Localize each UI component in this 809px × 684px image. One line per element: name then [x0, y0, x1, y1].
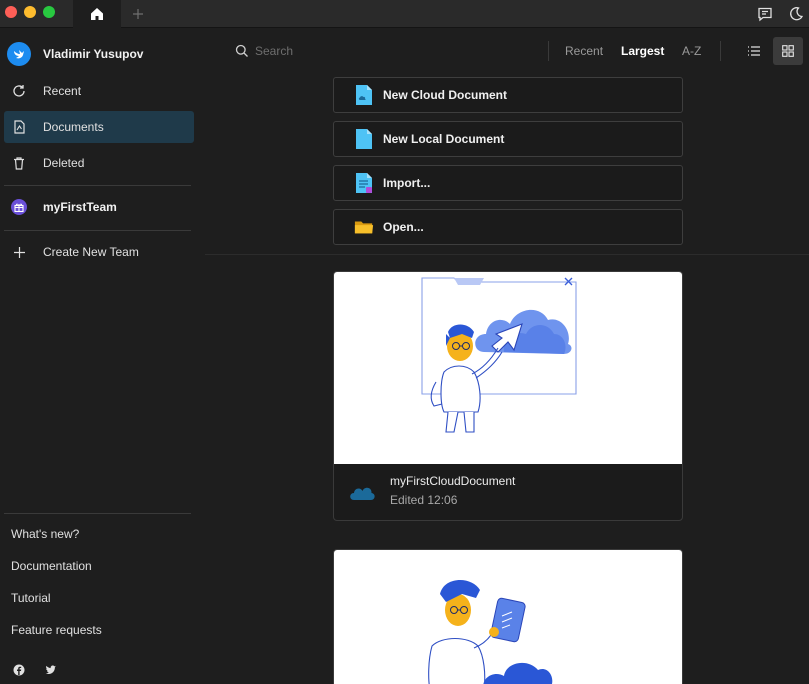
- sidebar: Vladimir Yusupov Recent Documents Delete…: [0, 29, 200, 684]
- action-label: Open...: [383, 220, 424, 234]
- new-local-document-button[interactable]: New Local Document: [333, 121, 683, 157]
- facebook-link[interactable]: [12, 663, 26, 677]
- tablet-illustration: [428, 579, 553, 684]
- document-card[interactable]: [333, 549, 683, 684]
- cloud-icon: [350, 487, 375, 500]
- home-icon: [91, 8, 103, 20]
- refresh-icon: [13, 85, 25, 97]
- feature-requests-link[interactable]: Feature requests: [11, 623, 102, 637]
- document-card[interactable]: myFirstCloudDocument Edited 12:06: [333, 271, 683, 521]
- document-edited-time: Edited 12:06: [390, 493, 458, 507]
- import-icon: [356, 173, 372, 193]
- action-label: New Local Document: [383, 132, 505, 146]
- sort-az-option[interactable]: A-Z: [682, 44, 701, 58]
- local-document-icon: [356, 129, 372, 149]
- theme-toggle-button[interactable]: [786, 4, 806, 24]
- grid-view-icon: [782, 45, 794, 57]
- document-thumbnail: [334, 550, 682, 684]
- create-team-label: Create New Team: [43, 245, 139, 259]
- list-view-icon: [748, 46, 760, 56]
- cloud-upload-illustration: [421, 277, 577, 433]
- sidebar-item-documents[interactable]: Documents: [4, 111, 194, 143]
- feedback-icon: [758, 7, 772, 22]
- folder-icon: [354, 221, 374, 234]
- toolbar-divider: [548, 41, 549, 61]
- create-new-team-button[interactable]: Create New Team: [4, 236, 194, 268]
- sidebar-divider: [4, 513, 191, 514]
- cloud-document-icon: [356, 85, 372, 105]
- plus-icon: [133, 9, 143, 19]
- toolbar-divider: [720, 41, 721, 61]
- plus-icon: [13, 246, 25, 258]
- list-view-button[interactable]: [739, 37, 769, 65]
- moon-icon: [790, 7, 804, 21]
- bird-icon: [14, 50, 24, 59]
- search-input[interactable]: [255, 41, 455, 61]
- tab-home[interactable]: [73, 0, 121, 28]
- document-name: myFirstCloudDocument: [390, 474, 516, 488]
- twitter-icon: [45, 665, 56, 674]
- new-tab-button[interactable]: [129, 0, 147, 28]
- user-name: Vladimir Yusupov: [43, 47, 144, 61]
- documents-toolbar: Recent Largest A-Z: [200, 29, 809, 73]
- team-avatar: [11, 199, 27, 215]
- sidebar-item-deleted[interactable]: Deleted: [4, 147, 194, 179]
- tutorial-link[interactable]: Tutorial: [11, 591, 51, 605]
- facebook-icon: [13, 664, 25, 676]
- sidebar-divider: [4, 230, 191, 231]
- action-label: Import...: [383, 176, 431, 190]
- sidebar-item-label: Recent: [43, 84, 82, 98]
- team-name: myFirstTeam: [43, 200, 117, 214]
- sort-recent-option[interactable]: Recent: [565, 44, 603, 58]
- gift-icon: [14, 203, 24, 212]
- open-button[interactable]: Open...: [333, 209, 683, 245]
- window-maximize-button[interactable]: [43, 6, 55, 18]
- document-icon: [14, 120, 25, 134]
- sort-largest-option[interactable]: Largest: [621, 44, 664, 58]
- content-divider: [205, 254, 809, 255]
- action-label: New Cloud Document: [383, 88, 508, 102]
- twitter-link[interactable]: [44, 663, 58, 677]
- documentation-link[interactable]: Documentation: [11, 559, 92, 573]
- window-close-button[interactable]: [5, 6, 17, 18]
- avatar: [7, 42, 31, 66]
- search-icon: [235, 44, 248, 57]
- sidebar-item-recent[interactable]: Recent: [4, 75, 194, 107]
- sidebar-item-team[interactable]: myFirstTeam: [4, 191, 194, 223]
- window-minimize-button[interactable]: [24, 6, 36, 18]
- new-cloud-document-button[interactable]: New Cloud Document: [333, 77, 683, 113]
- document-info: myFirstCloudDocument Edited 12:06: [334, 464, 682, 520]
- user-profile[interactable]: Vladimir Yusupov: [0, 39, 200, 69]
- feedback-button[interactable]: [755, 4, 775, 24]
- import-button[interactable]: Import...: [333, 165, 683, 201]
- title-bar: [0, 0, 809, 28]
- sidebar-item-label: Deleted: [43, 156, 85, 170]
- whats-new-link[interactable]: What's new?: [11, 527, 79, 541]
- trash-icon: [14, 157, 24, 170]
- sidebar-item-label: Documents: [43, 120, 104, 134]
- document-thumbnail: [334, 272, 682, 464]
- sidebar-divider: [4, 185, 191, 186]
- grid-view-button[interactable]: [773, 37, 803, 65]
